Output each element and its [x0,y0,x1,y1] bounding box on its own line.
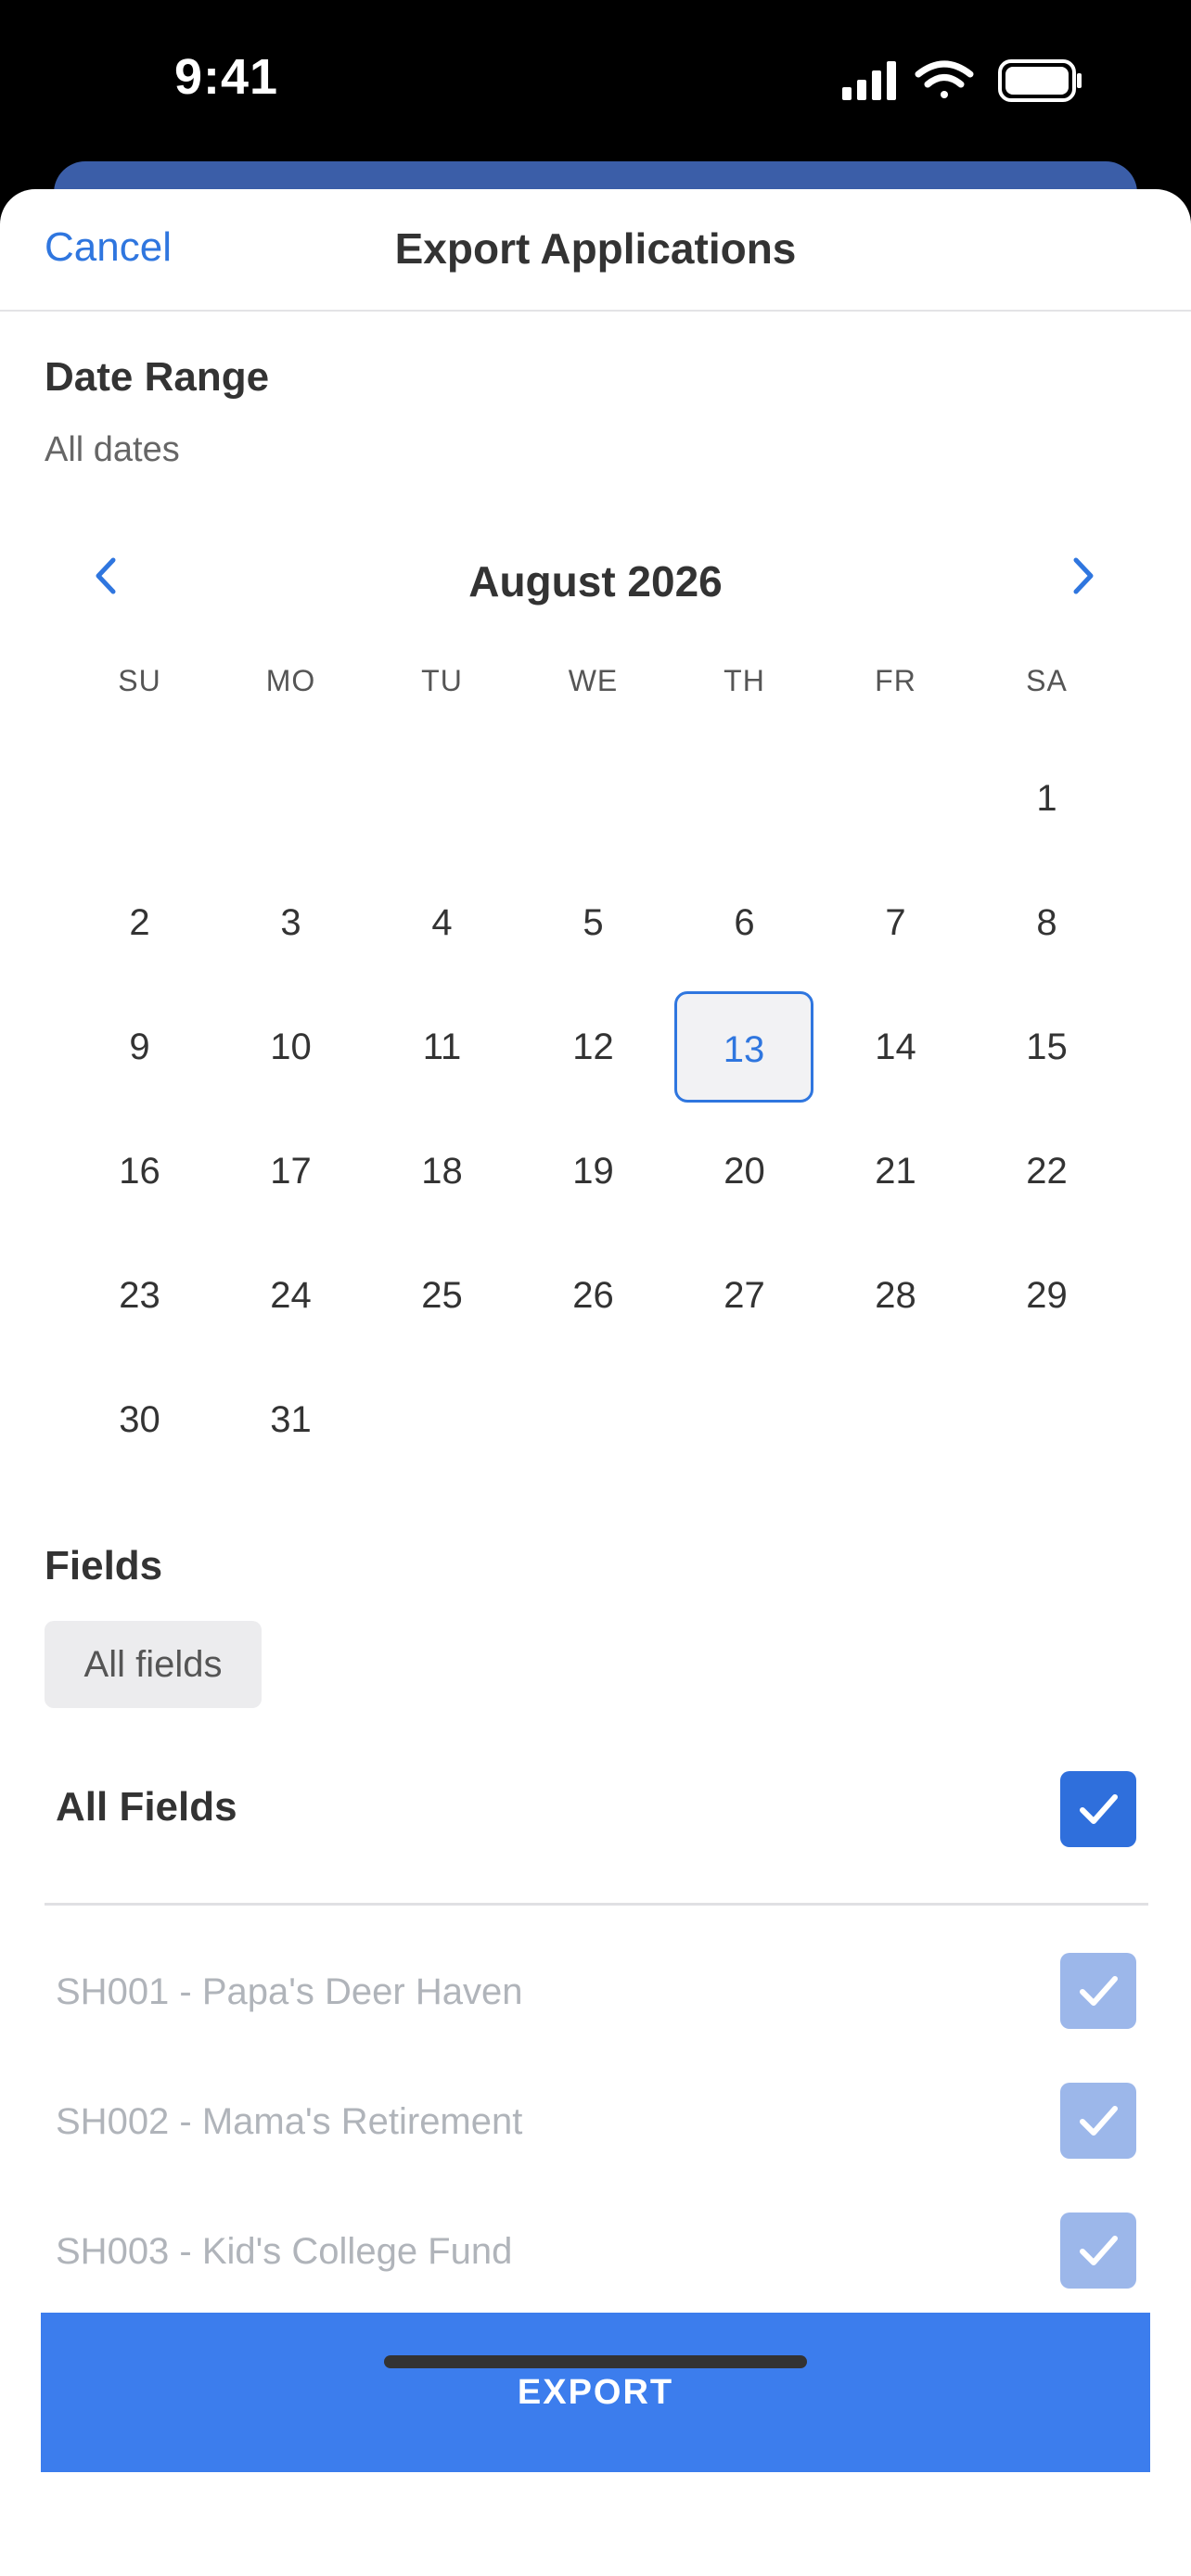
cellular-signal-icon [842,61,896,100]
calendar-day[interactable]: 29 [971,1272,1122,1319]
chevron-right-icon [1073,557,1094,594]
weekday-label: SU [118,664,161,697]
calendar-day[interactable]: 6 [669,899,820,946]
weekday-label: WE [568,664,619,697]
calendar-day[interactable]: 18 [366,1148,518,1194]
fields-divider [45,1903,1148,1906]
field-item-checkbox[interactable] [1060,1953,1136,2029]
calendar-day-selected[interactable]: 13 [674,991,813,1103]
export-sheet: Cancel Export Applications Date Range Al… [0,189,1191,2576]
calendar-day[interactable]: 16 [64,1148,215,1194]
calendar-day[interactable]: 24 [215,1272,366,1319]
date-range-value: All dates [45,430,180,469]
calendar-day[interactable]: 5 [518,899,669,946]
calendar-day[interactable]: 19 [518,1148,669,1194]
calendar-day[interactable]: 22 [971,1148,1122,1194]
field-item-label: SH001 - Papa's Deer Haven [56,1971,523,2012]
export-button[interactable]: EXPORT [41,2313,1150,2472]
calendar-day[interactable]: 17 [215,1148,366,1194]
calendar-day[interactable]: 2 [64,899,215,946]
all-fields-checkbox[interactable] [1060,1771,1136,1847]
status-time: 9:41 [174,49,279,105]
next-month-button[interactable] [1067,553,1100,610]
fields-label: Fields [45,1543,163,1588]
month-label: August 2026 [468,557,723,606]
calendar-day[interactable]: 11 [366,1024,518,1070]
field-item-checkbox[interactable] [1060,2213,1136,2289]
battery-icon [998,59,1082,102]
weekday-label: TH [724,664,765,697]
status-bar: 9:41 [0,0,1191,162]
calendar-day[interactable]: 21 [820,1148,971,1194]
calendar-day[interactable]: 20 [669,1148,820,1194]
date-range-label: Date Range [45,354,270,400]
all-fields-label: All Fields [56,1784,237,1830]
wifi-icon [915,60,974,98]
nav-bar: Cancel Export Applications [0,189,1191,312]
status-icons [842,59,1082,102]
checkmark-icon [1080,1794,1118,1824]
calendar-day[interactable]: 7 [820,899,971,946]
calendar-day[interactable]: 3 [215,899,366,946]
calendar-day[interactable]: 23 [64,1272,215,1319]
weekday-label: SA [1026,664,1068,697]
calendar-day[interactable]: 27 [669,1272,820,1319]
calendar-day[interactable]: 10 [215,1024,366,1070]
calendar-day[interactable]: 15 [971,1024,1122,1070]
calendar-day[interactable]: 28 [820,1272,971,1319]
calendar-day[interactable]: 1 [971,775,1122,822]
chip-label: All fields [83,1644,223,1685]
weekday-label: FR [875,664,916,697]
field-item-label: SH002 - Mama's Retirement [56,2101,523,2142]
checkmark-icon [1080,2106,1118,2136]
calendar-day[interactable]: 9 [64,1024,215,1070]
calendar-day[interactable]: 12 [518,1024,669,1070]
calendar-day[interactable]: 25 [366,1272,518,1319]
calendar-day[interactable]: 26 [518,1272,669,1319]
page-title: Export Applications [394,224,797,273]
calendar-day[interactable]: 14 [820,1024,971,1070]
weekday-label: TU [421,664,463,697]
calendar-day[interactable]: 30 [64,1396,215,1443]
field-item-label: SH003 - Kid's College Fund [56,2231,513,2272]
checkmark-icon [1080,2236,1118,2265]
calendar-day[interactable]: 4 [366,899,518,946]
calendar-day[interactable]: 31 [215,1396,366,1443]
checkmark-icon [1080,1976,1118,2006]
home-indicator [384,2355,807,2368]
calendar-day[interactable]: 8 [971,899,1122,946]
field-item-checkbox[interactable] [1060,2083,1136,2159]
all-fields-chip[interactable]: All fields [45,1621,262,1708]
weekday-label: MO [265,664,316,697]
